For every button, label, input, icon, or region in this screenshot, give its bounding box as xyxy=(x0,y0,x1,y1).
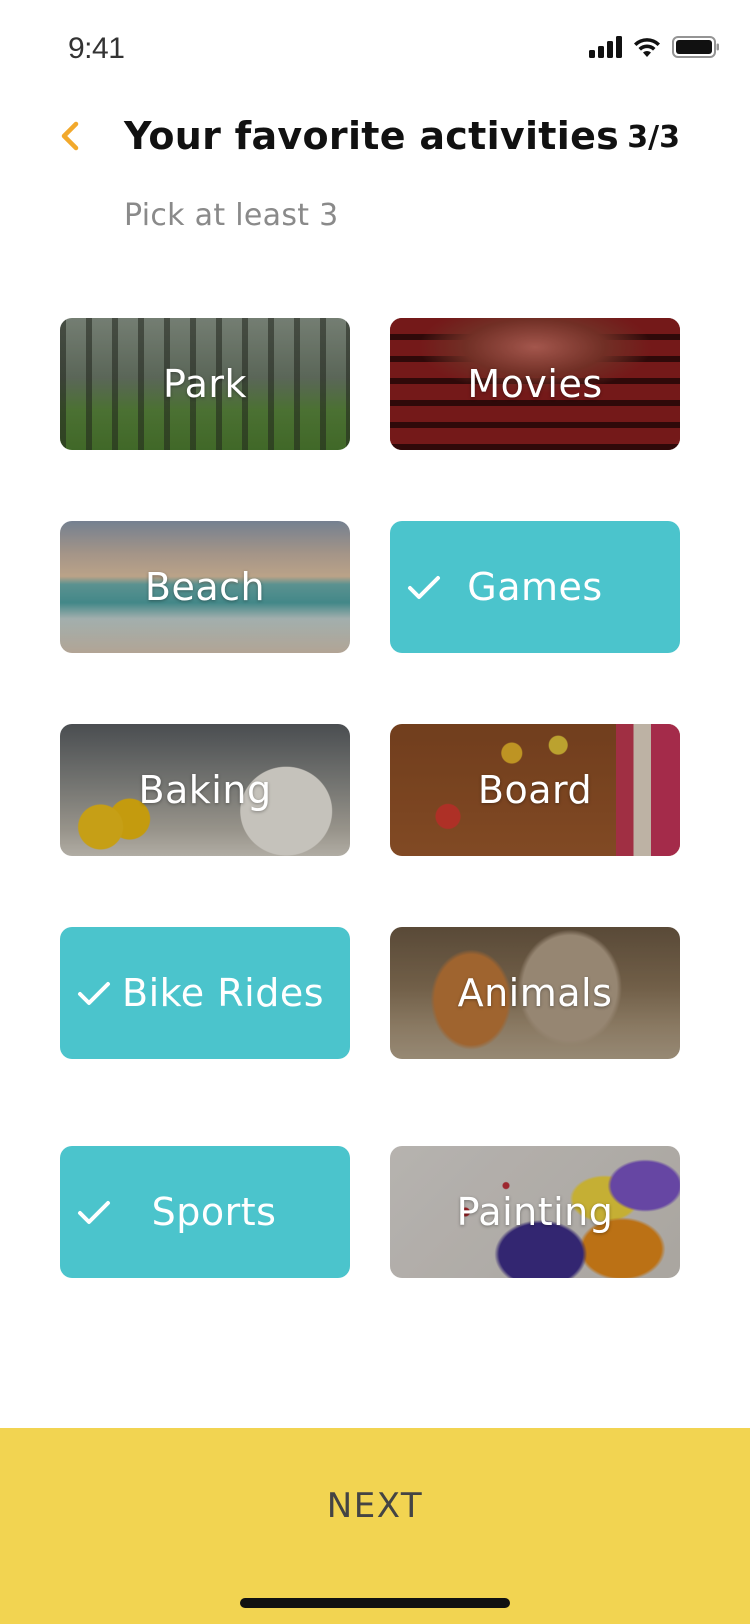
activity-label: Baking xyxy=(138,768,272,812)
status-icons xyxy=(589,32,720,62)
status-bar: 9:41 xyxy=(0,0,750,96)
wifi-icon xyxy=(634,38,660,57)
activity-label: Movies xyxy=(467,362,603,406)
page-title: Your favorite activities xyxy=(124,114,620,158)
activity-label: Park xyxy=(162,362,248,406)
next-button[interactable]: NEXT xyxy=(0,1428,750,1624)
step-indicator: 3/3 xyxy=(627,120,680,155)
activity-tile-animals[interactable]: Animals xyxy=(390,927,680,1059)
activity-label: Board xyxy=(477,768,593,812)
chevron-left-icon xyxy=(61,121,79,151)
battery-icon xyxy=(672,36,719,58)
activity-label: Games xyxy=(467,565,603,609)
activity-tile-park[interactable]: Park xyxy=(60,318,350,450)
activity-tile-sports[interactable]: Sports xyxy=(60,1146,350,1278)
activity-tile-movies[interactable]: Movies xyxy=(390,318,680,450)
activity-label: Sports xyxy=(151,1190,277,1234)
page-subtitle: Pick at least 3 xyxy=(124,198,339,233)
activity-tile-board[interactable]: Board xyxy=(390,724,680,856)
activity-tile-baking[interactable]: Baking xyxy=(60,724,350,856)
activity-tile-bike-rides[interactable]: Bike Rides xyxy=(60,927,350,1059)
status-time: 9:41 xyxy=(68,32,125,65)
back-button[interactable] xyxy=(52,116,92,156)
activity-label: Painting xyxy=(456,1190,614,1234)
activity-tile-beach[interactable]: Beach xyxy=(60,521,350,653)
header: Your favorite activities 3/3 Pick at lea… xyxy=(0,100,750,280)
activity-label: Animals xyxy=(457,971,613,1015)
activity-tile-painting[interactable]: Painting xyxy=(390,1146,680,1278)
activity-label: Bike Rides xyxy=(122,971,324,1015)
home-indicator xyxy=(240,1598,510,1608)
signal-icon xyxy=(589,36,622,58)
activity-label: Beach xyxy=(144,565,266,609)
activity-tile-games[interactable]: Games xyxy=(390,521,680,653)
next-label: NEXT xyxy=(326,1486,424,1526)
